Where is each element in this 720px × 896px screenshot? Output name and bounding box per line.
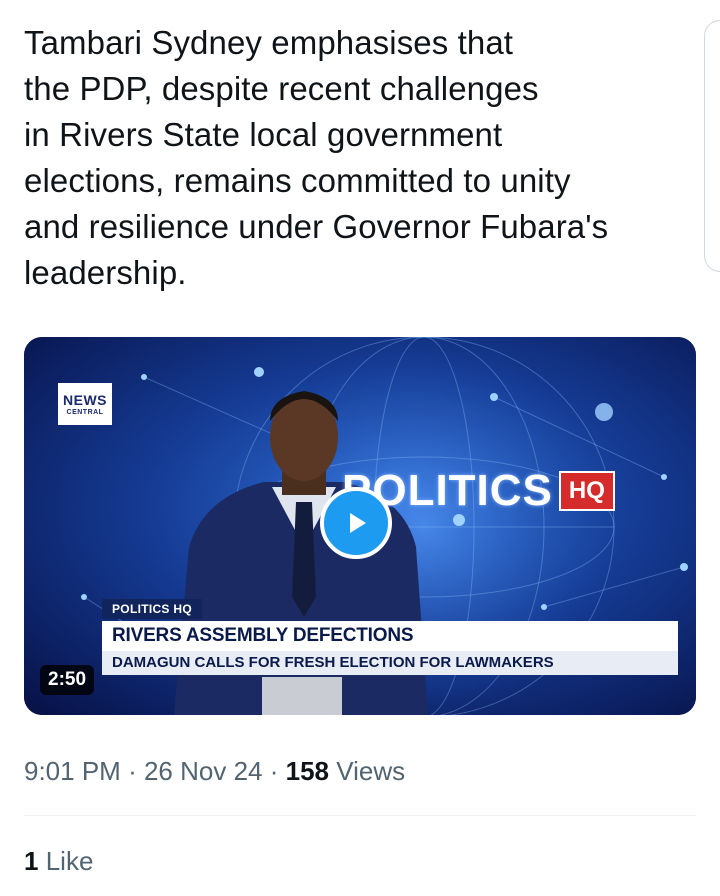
- play-button[interactable]: [320, 487, 392, 559]
- views-count: 158: [285, 756, 330, 786]
- tweet-text-line: Tambari Sydney emphasises that: [24, 24, 514, 61]
- tweet-date[interactable]: 26 Nov 24: [144, 756, 263, 786]
- video-duration: 2:50: [40, 665, 95, 695]
- tweet-meta: 9:01 PM · 26 Nov 24 · 158 Views: [24, 756, 405, 787]
- logo-bottom-text: CENTRAL: [66, 408, 104, 416]
- lower-third-subheadline: DAMAGUN CALLS FOR FRESH ELECTION FOR LAW…: [102, 651, 678, 675]
- meta-separator: ·: [128, 756, 137, 786]
- views-label: Views: [336, 756, 406, 786]
- tweet-text-line: elections, remains committed to unity: [24, 162, 571, 199]
- news-central-logo: NEWS CENTRAL: [58, 383, 112, 425]
- lower-third-headline: RIVERS ASSEMBLY DEFECTIONS: [102, 621, 678, 651]
- play-icon: [350, 513, 366, 533]
- tweet-text-line: leadership.: [24, 254, 187, 291]
- tweet-text-line: in Rivers State local government: [24, 116, 503, 153]
- likes-label: Like: [45, 846, 94, 876]
- show-badge: HQ: [558, 471, 615, 511]
- divider: [24, 815, 696, 816]
- likes-link[interactable]: 1 Like: [24, 846, 93, 877]
- video-player[interactable]: NEWS CENTRAL POLITICS HQ POLITICS HQ RIV…: [24, 337, 696, 715]
- tweet-text: Tambari Sydney emphasises that the PDP, …: [24, 20, 684, 296]
- tweet-text-line: and resilience under Governor Fubara's: [24, 208, 609, 245]
- meta-separator: ·: [269, 756, 279, 786]
- lower-third-tag: POLITICS HQ: [102, 599, 202, 619]
- adjacent-card-edge: [704, 20, 720, 272]
- logo-top-text: NEWS: [63, 391, 107, 408]
- tweet-text-line: the PDP, despite recent challenges: [24, 70, 539, 107]
- tweet-time[interactable]: 9:01 PM: [24, 756, 121, 786]
- likes-count: 1: [24, 846, 39, 876]
